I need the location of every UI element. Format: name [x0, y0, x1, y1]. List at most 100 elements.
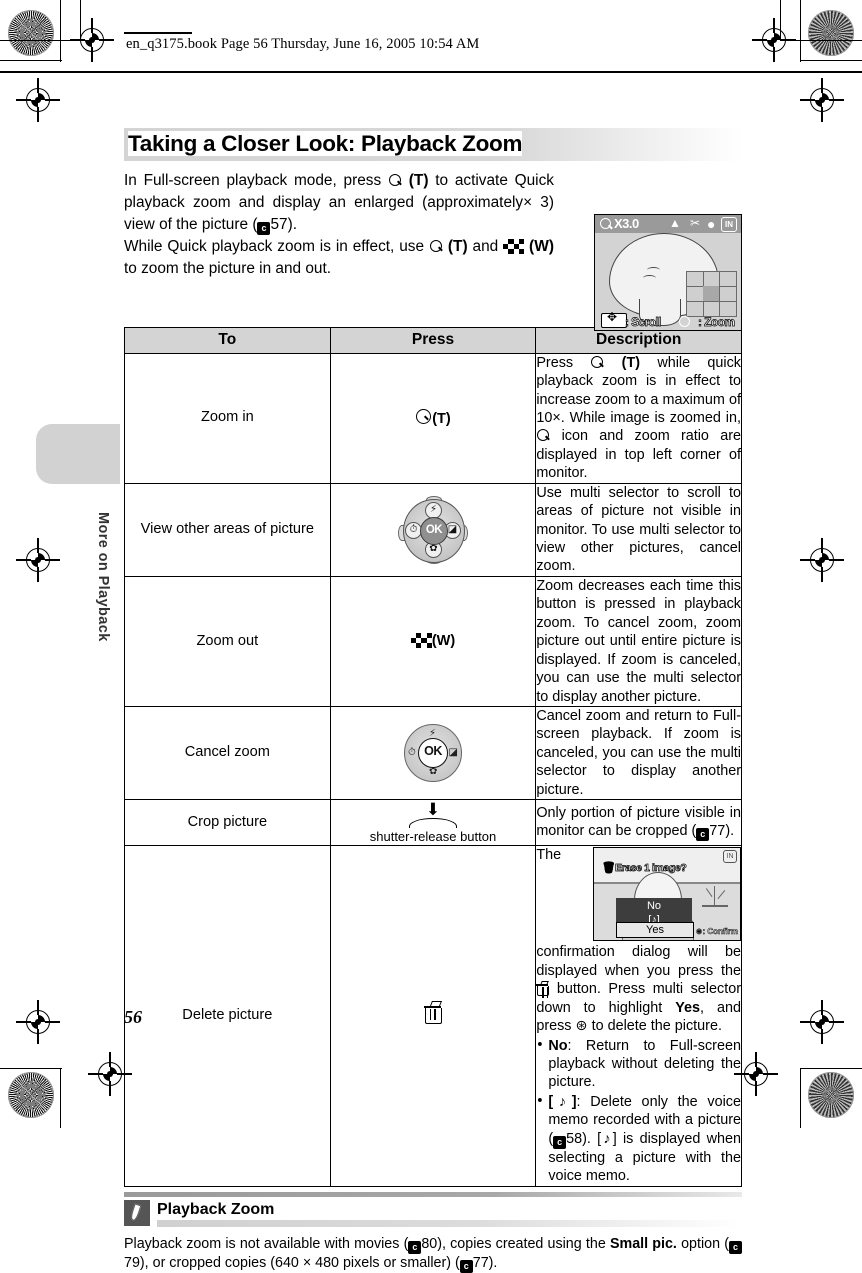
d0a: Press	[536, 354, 591, 371]
intro-p1c: ).	[287, 215, 297, 233]
n-d: ), or cropped copies (640 × 480 pixels o…	[139, 1254, 460, 1271]
intro-p2-t: (T)	[447, 237, 468, 255]
desc-text: Only portion of picture visible in monit…	[536, 804, 741, 842]
crop-mark-tl-h	[0, 60, 62, 62]
page-content: Taking a Closer Look: Playback Zoom X3.0…	[124, 128, 742, 1273]
row-desc-zoom-out: Zoom decreases each time this button is …	[535, 575, 742, 707]
row-press-ok-button: ⚡ ✿ ⏱ ◪ OK	[329, 705, 537, 801]
shutter-cap-shape	[408, 818, 457, 829]
row-press-shutter-release: ⬇ shutter-release button	[329, 799, 537, 847]
row-desc-view-other-areas: Use multi selector to scroll to areas of…	[535, 482, 742, 577]
memory-indicator: IN	[721, 216, 737, 232]
exposure-glyph-icon: ◪	[448, 747, 458, 759]
registration-mark-right-upper	[800, 78, 844, 122]
dialog-title: 🗑Erase 1 image?	[602, 862, 687, 875]
print-calibration-star-topright	[808, 10, 854, 56]
list-item: No: Return to Full-screen playback witho…	[536, 1036, 741, 1092]
row-press-zoom-in: (T)	[329, 352, 537, 484]
n-c: option (	[676, 1235, 729, 1252]
n-a: Playback zoom is not available with movi…	[124, 1235, 409, 1252]
row-desc-crop-picture: Only portion of picture visible in monit…	[535, 799, 742, 847]
note-top-bar	[124, 1191, 742, 1197]
multi-selector-icon: ⚡ ✿ ⏱ ◪ OK	[397, 495, 468, 564]
ok-button-icon: OK	[419, 516, 448, 545]
lcd-scroll-hint: : Scroll	[625, 314, 662, 329]
crop-mark-tr-v	[800, 0, 802, 62]
magnifier-icon	[388, 173, 401, 186]
scissors-icon: ✂	[690, 215, 701, 230]
table-row-delete-picture: Delete picture IN 🗑Erase 1 image? No [♪]…	[124, 845, 742, 1187]
printer-header-text: en_q3175.book Page 56 Thursday, June 16,…	[126, 36, 480, 52]
pencil-note-icon	[124, 1199, 150, 1226]
sailboat-icon	[700, 886, 730, 912]
n-bold1: Small pic.	[609, 1235, 677, 1252]
row-desc-cancel-zoom: Cancel zoom and return to Full-screen pl…	[535, 705, 742, 801]
crop-mark-br-v	[800, 1068, 802, 1128]
intro-p2b: and	[467, 237, 504, 255]
registration-mark-left-middle	[16, 538, 60, 582]
intro-p2-w: (W)	[529, 237, 554, 255]
row-label-zoom-out: Zoom out	[124, 575, 331, 707]
intro-p1-ref: 57	[270, 215, 288, 233]
option-yes[interactable]: Yes	[616, 922, 694, 939]
intro-paragraph-2: While Quick playback zoom is in effect, …	[124, 236, 554, 280]
registration-mark-left-upper	[16, 78, 60, 122]
desc-text: Press (T) while quick playback zoom is i…	[536, 354, 741, 483]
table-row-zoom-out: Zoom out (W) Zoom decreases each time th…	[124, 575, 742, 707]
column-header-to: To	[124, 326, 331, 354]
chapter-tab-label: More on Playback	[95, 512, 111, 642]
magnifier-icon	[600, 217, 611, 229]
sound-icon: ●	[707, 215, 716, 232]
table-row-cancel-zoom: Cancel zoom ⚡ ✿ ⏱ ◪ OK Cancel zoom and r…	[124, 705, 742, 801]
page-ref-badge: c	[728, 1240, 742, 1254]
dialog-confirm-hint: ⊛: Confirm	[695, 927, 738, 937]
page-number: 56	[124, 1007, 142, 1027]
d5-yes: Yes	[675, 999, 701, 1016]
crop-mark-bl-v	[60, 1068, 62, 1128]
confirm-hint-text: : Confirm	[702, 927, 738, 937]
row-desc-zoom-in: Press (T) while quick playback zoom is i…	[535, 352, 742, 484]
registration-mark-right-middle	[800, 538, 844, 582]
thumbnail-checkerboard-icon	[410, 633, 432, 649]
ok-button-icon: ⊛	[575, 1018, 588, 1035]
row-press-delete	[329, 845, 537, 1187]
down-arrow-icon: ⬇	[425, 800, 441, 820]
self-timer-glyph-icon: ⏱	[407, 747, 416, 759]
lcd-zoom-ratio: X3.0	[614, 215, 639, 231]
page-title: Taking a Closer Look: Playback Zoom	[124, 128, 742, 161]
crop-mark-inner-tr-h	[780, 40, 862, 42]
page-title-text: Taking a Closer Look: Playback Zoom	[128, 131, 523, 156]
intro-p2c: to zoom the picture in and out.	[124, 259, 332, 277]
desc-text: Zoom decreases each time this button is …	[536, 577, 741, 705]
registration-mark-left-lower	[16, 1000, 60, 1044]
option-no[interactable]: No	[616, 900, 692, 914]
note-body: Playback zoom is not available with movi…	[124, 1235, 742, 1273]
n-e: ).	[488, 1254, 498, 1271]
table-header-row: To Press Description	[124, 326, 742, 354]
row-label-crop-picture: Crop picture	[124, 799, 331, 847]
registration-mark-right-lower	[800, 1000, 844, 1044]
intro-section: X3.0 ▲ ✂ ● IN : Scroll : Zoom I	[124, 170, 742, 331]
lcd-zoom-hint: : Zoom	[698, 314, 736, 329]
intro-p1-t: (T)	[408, 171, 429, 189]
shutter-release-button-icon: ⬇ shutter-release button	[331, 800, 536, 845]
n-r1: 80	[421, 1235, 438, 1252]
d0c: icon and zoom ratio are displayed in top…	[536, 428, 741, 482]
page-ref-badge: c	[459, 1259, 473, 1273]
print-calibration-star-bottomright	[808, 1072, 854, 1118]
bullet2ref: 58	[566, 1130, 583, 1147]
row-press-multi-selector: ⚡ ✿ ⏱ ◪ OK	[329, 482, 537, 577]
table-row-view-other-areas: View other areas of picture ⚡ ✿ ⏱ ◪ OK U…	[124, 482, 742, 577]
crop-mark-inner-tl-h	[0, 40, 82, 42]
magnifier-icon	[429, 239, 442, 252]
print-calibration-star-topleft	[8, 10, 54, 56]
shutter-label: shutter-release button	[369, 829, 497, 845]
eyebrow-left	[647, 266, 660, 273]
navigation-thumbnail-grid	[686, 270, 737, 317]
intro-paragraph-1: In Full-screen playback mode, press (T) …	[124, 170, 554, 236]
d5d: to delete the picture.	[587, 1018, 722, 1035]
crop-mark-tr-h	[800, 60, 862, 62]
crop-mark-br-h	[800, 1068, 862, 1070]
row-desc-delete-picture: IN 🗑Erase 1 image? No [♪] Yes ⊛: Confirm…	[535, 845, 742, 1187]
trash-icon	[423, 1001, 443, 1025]
